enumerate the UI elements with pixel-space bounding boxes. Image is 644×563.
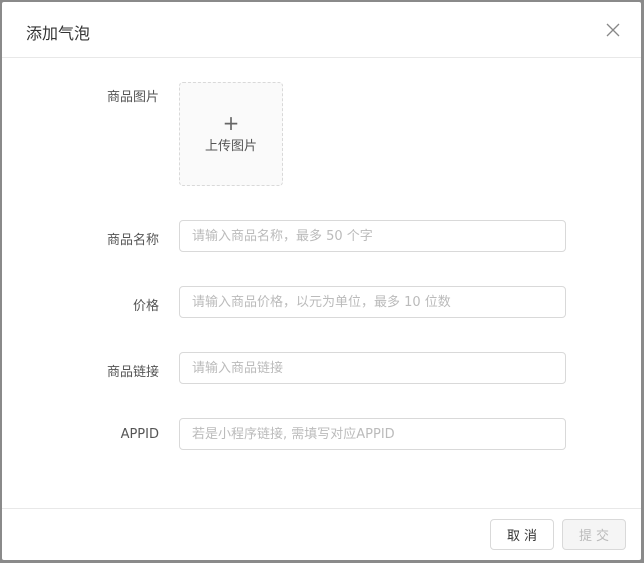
price-label: 价格 [132, 299, 159, 314]
submit-button[interactable]: 提交 [562, 519, 626, 550]
appid-label: APPID [120, 427, 159, 442]
product-link-input[interactable] [179, 352, 566, 384]
plus-icon: + [222, 111, 240, 135]
dialog-header: 添加气泡 [2, 2, 641, 58]
appid-input[interactable] [179, 418, 566, 450]
product-name-label: 商品名称 [106, 233, 159, 248]
product-link-label: 商品链接 [106, 365, 159, 380]
price-input[interactable] [179, 286, 566, 318]
product-name-input[interactable] [179, 220, 566, 252]
product-image-label: 商品图片 [106, 90, 159, 105]
upload-image-button[interactable]: + 上传图片 [179, 82, 283, 186]
upload-image-text: 上传图片 [204, 139, 257, 154]
dialog-title: 添加气泡 [26, 24, 91, 43]
close-icon[interactable] [603, 20, 623, 40]
add-bubble-dialog: 添加气泡 商品图片 + 上传图片 商品名称 价格 商品链接 APPID 取消 提… [2, 2, 641, 560]
dialog-footer: 取消 提交 [2, 508, 641, 560]
cancel-button[interactable]: 取消 [490, 519, 554, 550]
